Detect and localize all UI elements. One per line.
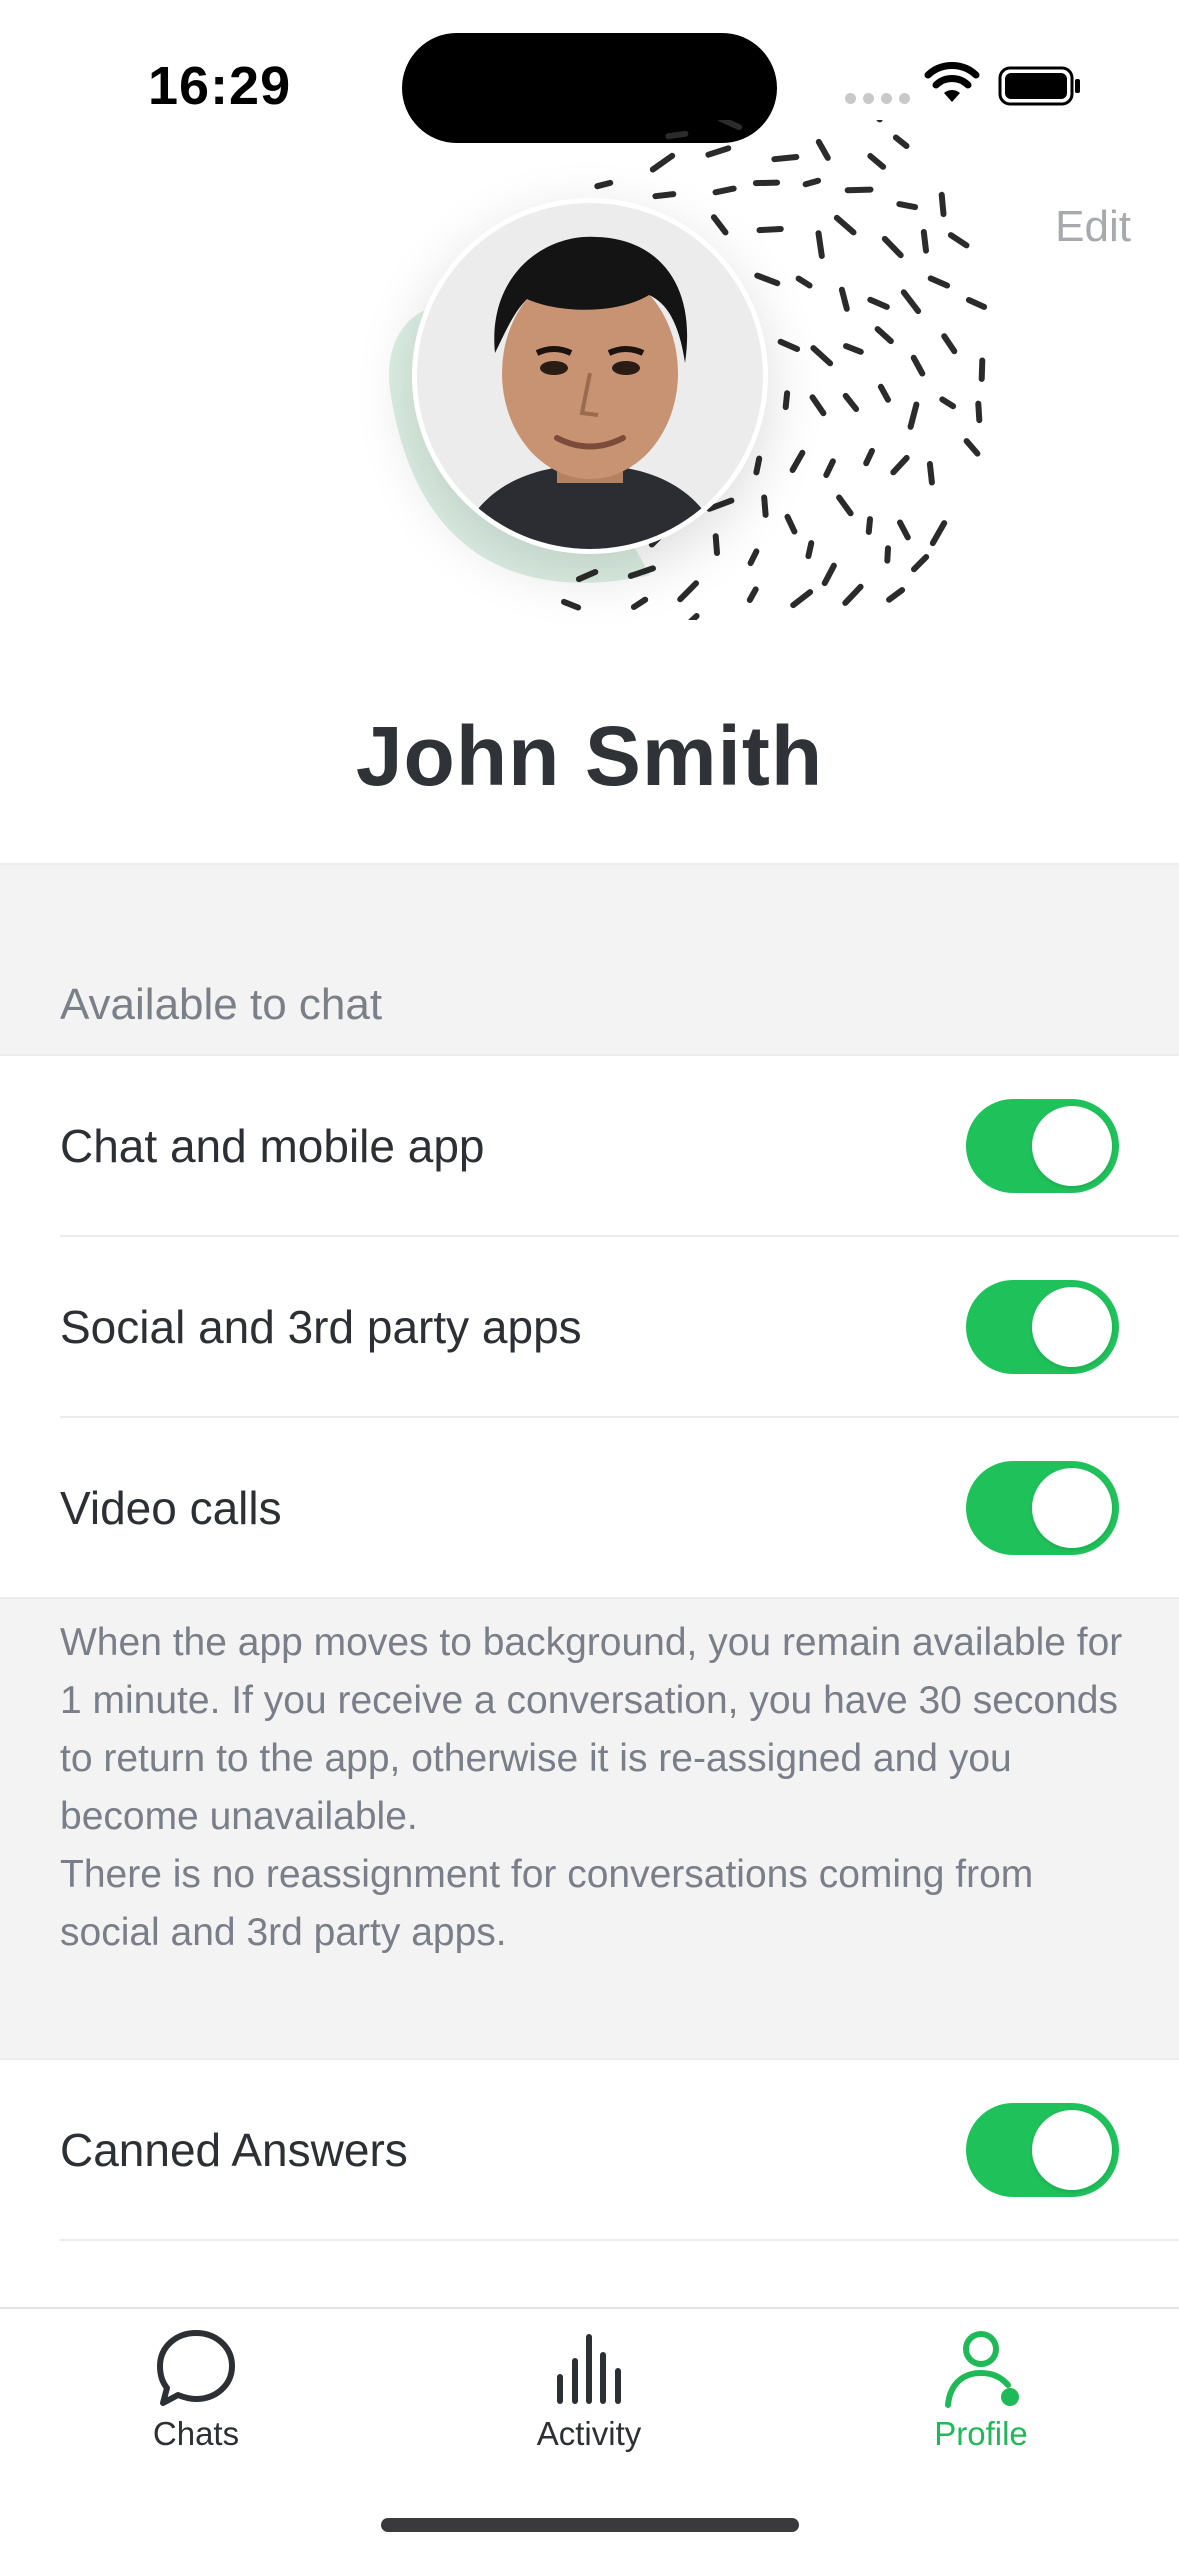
toggle-knob [1032, 1106, 1112, 1186]
avatar[interactable] [412, 198, 768, 554]
tab-activity[interactable]: Activity [459, 2325, 719, 2453]
availability-row-social-apps: Social and 3rd party apps [0, 1237, 1179, 1417]
tab-chats[interactable]: Chats [66, 2325, 326, 2453]
row-label: Video calls [60, 1482, 282, 1534]
toggle-knob [1032, 1468, 1112, 1548]
info-paragraph: There is no reassignment for conversatio… [60, 1853, 1034, 1954]
availability-row-video-calls: Video calls [0, 1418, 1179, 1598]
tab-profile[interactable]: Profile [851, 2325, 1111, 2453]
availability-row-chat-mobile: Chat and mobile app [0, 1056, 1179, 1236]
row-label: Chat and mobile app [60, 1120, 485, 1172]
row-divider [60, 2239, 1179, 2241]
toggle-knob [1032, 1287, 1112, 1367]
cellular-signal-icon [845, 93, 910, 104]
canned-answers-toggle[interactable] [966, 2103, 1119, 2197]
row-label: Social and 3rd party apps [60, 1301, 582, 1353]
tab-label: Activity [536, 2415, 642, 2452]
status-time: 16:29 [148, 56, 292, 116]
section-title-availability: Available to chat [60, 980, 383, 1029]
tab-label: Chats [152, 2415, 240, 2452]
profile-photo [417, 203, 763, 549]
video-calls-toggle[interactable] [966, 1461, 1119, 1555]
battery-icon [998, 66, 1080, 106]
wifi-icon [924, 62, 980, 102]
edit-button[interactable]: Edit [1055, 202, 1131, 252]
home-indicator[interactable] [381, 2518, 799, 2532]
availability-info-text: When the app moves to background, you re… [60, 1614, 1130, 1962]
person-icon [945, 2331, 1019, 2408]
info-paragraph: When the app moves to background, you re… [60, 1621, 1123, 1838]
chat-mobile-toggle[interactable] [966, 1099, 1119, 1193]
canned-answers-row: Canned Answers [0, 2060, 1179, 2240]
bar-chart-icon [557, 2334, 621, 2404]
chat-bubble-icon [157, 2330, 235, 2406]
profile-screen: 16:29 Edit John Smith Available to chat … [0, 0, 1179, 2556]
row-label: Canned Answers [60, 2124, 408, 2176]
social-apps-toggle[interactable] [966, 1280, 1119, 1374]
tab-label: Profile [934, 2415, 1028, 2452]
toggle-knob [1032, 2110, 1112, 2190]
user-name: John Smith [355, 709, 824, 803]
